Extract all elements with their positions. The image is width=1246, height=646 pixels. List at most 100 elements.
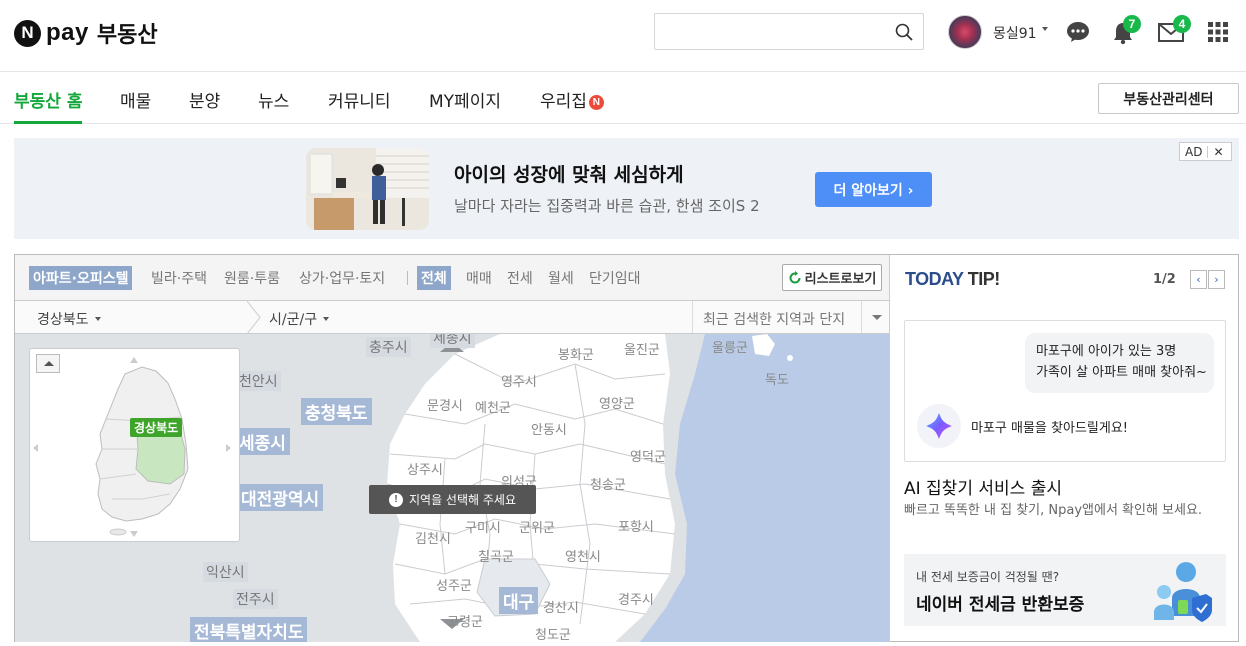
filter-apartment-officetel[interactable]: 아파트·오피스텔 bbox=[29, 266, 133, 290]
chevron-down-icon bbox=[323, 317, 330, 321]
logo-n-mark: N bbox=[14, 19, 41, 47]
nav-community[interactable]: 커뮤니티 bbox=[328, 87, 391, 112]
npay-realestate-logo[interactable]: N pay 부동산 bbox=[14, 17, 158, 49]
chat-icon[interactable] bbox=[1066, 21, 1090, 43]
new-badge: N bbox=[588, 95, 604, 110]
nav-home[interactable]: 부동산 홈 bbox=[14, 87, 82, 112]
apps-grid-icon[interactable] bbox=[1208, 22, 1228, 42]
recent-search-dropdown[interactable]: 최근 검색한 지역과 단지 bbox=[692, 301, 890, 333]
minimap-selected-region-tag: 경상북도 bbox=[130, 418, 183, 437]
filter-deal-sale[interactable]: 매매 bbox=[462, 266, 496, 290]
map-label-ulleung[interactable]: 울릉군 bbox=[712, 337, 748, 356]
map-label-jeonbuk[interactable]: 전북특별자치도 bbox=[190, 617, 308, 642]
region-map[interactable]: 충주시 세종시 봉화군 울진군 울릉군 독도 천안시 충청북도 영주시 문경시 … bbox=[15, 334, 890, 642]
breadcrumb-separator-icon bbox=[247, 301, 261, 334]
map-label-yeongju[interactable]: 영주시 bbox=[501, 371, 537, 390]
chevron-down-icon[interactable] bbox=[861, 301, 890, 333]
recent-search-label: 최근 검색한 지역과 단지 bbox=[703, 312, 846, 328]
nav-myhome-label: 우리집 bbox=[540, 92, 587, 112]
tip-body: 빠르고 똑똑한 내 집 찾기, Npay앱에서 확인해 보세요. bbox=[904, 503, 1203, 518]
mail-count-badge: 4 bbox=[1173, 15, 1191, 33]
filter-deal-monthly[interactable]: 월세 bbox=[544, 266, 578, 290]
map-label-gyeongju[interactable]: 경주시 bbox=[618, 589, 654, 608]
map-label-chungbuk[interactable]: 충청북도 bbox=[301, 398, 372, 425]
map-label-yecheon[interactable]: 예천군 bbox=[475, 397, 511, 416]
filter-deal-jeonse[interactable]: 전세 bbox=[503, 266, 537, 290]
filter-deal-shortterm[interactable]: 단기임대 bbox=[585, 266, 645, 290]
tip-next-button[interactable]: › bbox=[1208, 270, 1225, 289]
map-label-bonghwa[interactable]: 봉화군 bbox=[558, 344, 594, 363]
nav-myhome[interactable]: 우리집 N bbox=[540, 87, 604, 112]
logo-title: 부동산 bbox=[96, 23, 158, 48]
map-label-gunwi[interactable]: 군위군 bbox=[519, 517, 555, 536]
korea-minimap[interactable]: 경상북도 bbox=[29, 348, 240, 542]
map-label-dokdo[interactable]: 독도 bbox=[765, 369, 789, 388]
province-select[interactable]: 경상북도 bbox=[37, 309, 101, 329]
ad-close-icon[interactable]: ✕ bbox=[1213, 145, 1223, 159]
user-avatar[interactable] bbox=[948, 15, 982, 49]
map-label-yeongdeok[interactable]: 영덕군 bbox=[630, 446, 666, 465]
filter-villa-house[interactable]: 빌라·주택 bbox=[147, 266, 211, 290]
location-selector-bar: 경상북도 시/군/구 최근 검색한 지역과 단지 bbox=[15, 301, 890, 334]
map-search-panel: 아파트·오피스텔 빌라·주택 원룸·투룸 상가·업무·토지 전체 매매 전세 월… bbox=[14, 254, 1239, 642]
top-header: N pay 부동산 몽실91 7 4 bbox=[0, 0, 1246, 72]
realestate-management-center-button[interactable]: 부동산관리센터 bbox=[1098, 83, 1239, 114]
map-label-chungju[interactable]: 충주시 bbox=[366, 337, 411, 357]
map-label-gyeongsan[interactable]: 경산시 bbox=[543, 597, 579, 616]
city-select[interactable]: 시/군/구 bbox=[269, 309, 330, 329]
map-label-pohang[interactable]: 포항시 bbox=[618, 516, 654, 535]
map-label-daegu[interactable]: 대구 bbox=[499, 587, 539, 614]
notification-count-badge: 7 bbox=[1123, 15, 1141, 33]
ad-tag: AD ✕ bbox=[1179, 142, 1232, 161]
map-label-cheonan[interactable]: 천안시 bbox=[236, 371, 281, 391]
nav-presale[interactable]: 분양 bbox=[189, 87, 220, 112]
map-label-gimcheon[interactable]: 김천시 bbox=[415, 528, 451, 547]
filter-deal-all[interactable]: 전체 bbox=[417, 266, 451, 290]
ad-tag-divider bbox=[1207, 145, 1209, 158]
map-label-chilgok[interactable]: 칠곡군 bbox=[478, 546, 514, 565]
ai-search-preview-card[interactable]: 마포구에 아이가 있는 3명 가족이 살 아파트 매매 찾아줘~ 마포구 매물을… bbox=[904, 320, 1226, 462]
select-region-toast-text: 지역을 선택해 주세요 bbox=[409, 493, 516, 507]
filter-commercial-land[interactable]: 상가·업무·토지 bbox=[295, 266, 389, 290]
tip-prev-button[interactable]: ‹ bbox=[1190, 270, 1207, 289]
user-menu-caret-icon[interactable] bbox=[1042, 27, 1048, 31]
map-label-jeonju[interactable]: 전주시 bbox=[233, 589, 278, 609]
nav-news[interactable]: 뉴스 bbox=[258, 87, 289, 112]
filter-bar: 아파트·오피스텔 빌라·주택 원룸·투룸 상가·업무·토지 전체 매매 전세 월… bbox=[15, 255, 890, 301]
chat-line-2: 가족이 살 아파트 매매 찾아줘~ bbox=[1036, 365, 1207, 380]
map-label-cheongsong[interactable]: 청송군 bbox=[590, 474, 626, 493]
map-label-sejong[interactable]: 세종시 bbox=[235, 428, 290, 455]
ad-banner[interactable]: 아이의 성장에 맞춰 세심하게 날마다 자라는 집중력과 바른 습관, 한샘 조… bbox=[14, 138, 1239, 239]
jeonse-guarantee-banner[interactable]: 내 전세 보증금이 걱정될 땐? 네이버 전세금 반환보증 bbox=[904, 554, 1226, 626]
chevron-down-icon bbox=[94, 317, 101, 321]
today-tip-panel: TODAY TIP! 1/2 ‹ › 마포구에 아이가 있는 3명 가족이 살 … bbox=[891, 255, 1238, 641]
tip-headline[interactable]: AI 집찾기 서비스 출시 bbox=[904, 474, 1062, 499]
ad-learn-more-button[interactable]: 더 알아보기 › bbox=[815, 172, 932, 207]
user-chat-bubble: 마포구에 아이가 있는 3명 가족이 살 아파트 매매 찾아줘~ bbox=[1025, 333, 1214, 393]
map-label-gumi[interactable]: 구미시 bbox=[465, 517, 501, 536]
korea-outline-map bbox=[33, 357, 231, 537]
map-label-sejong-top[interactable]: 세종시 bbox=[430, 334, 475, 348]
map-label-goryeong[interactable]: 고령군 bbox=[447, 611, 483, 630]
tip-page-indicator: 1/2 bbox=[1153, 272, 1176, 287]
map-label-sangju[interactable]: 상주시 bbox=[407, 459, 443, 478]
search-icon[interactable] bbox=[895, 23, 913, 41]
map-label-yeongyang[interactable]: 영양군 bbox=[599, 393, 635, 412]
nav-mypage[interactable]: MY페이지 bbox=[429, 87, 501, 112]
today-tip-title: TODAY TIP! bbox=[905, 269, 1000, 290]
ai-assistant-icon bbox=[917, 404, 961, 448]
map-label-yeongcheon[interactable]: 영천시 bbox=[565, 546, 601, 565]
filter-oneroom-tworoom[interactable]: 원룸·투룸 bbox=[220, 266, 284, 290]
search-input[interactable] bbox=[663, 20, 883, 44]
minimap-collapse-button[interactable] bbox=[36, 354, 60, 373]
list-view-button[interactable]: 리스트로보기 bbox=[782, 264, 882, 291]
map-label-daejeon[interactable]: 대전광역시 bbox=[237, 484, 324, 511]
map-label-andong[interactable]: 안동시 bbox=[531, 419, 567, 438]
nav-listings[interactable]: 매물 bbox=[120, 87, 151, 112]
map-label-mungyeong[interactable]: 문경시 bbox=[427, 395, 463, 414]
map-label-seongju[interactable]: 성주군 bbox=[436, 575, 472, 594]
user-name[interactable]: 몽실91 bbox=[993, 23, 1037, 43]
map-label-uljin[interactable]: 울진군 bbox=[624, 339, 660, 358]
map-label-iksan[interactable]: 익산시 bbox=[203, 562, 248, 582]
map-label-cheongdo[interactable]: 청도군 bbox=[535, 624, 571, 642]
